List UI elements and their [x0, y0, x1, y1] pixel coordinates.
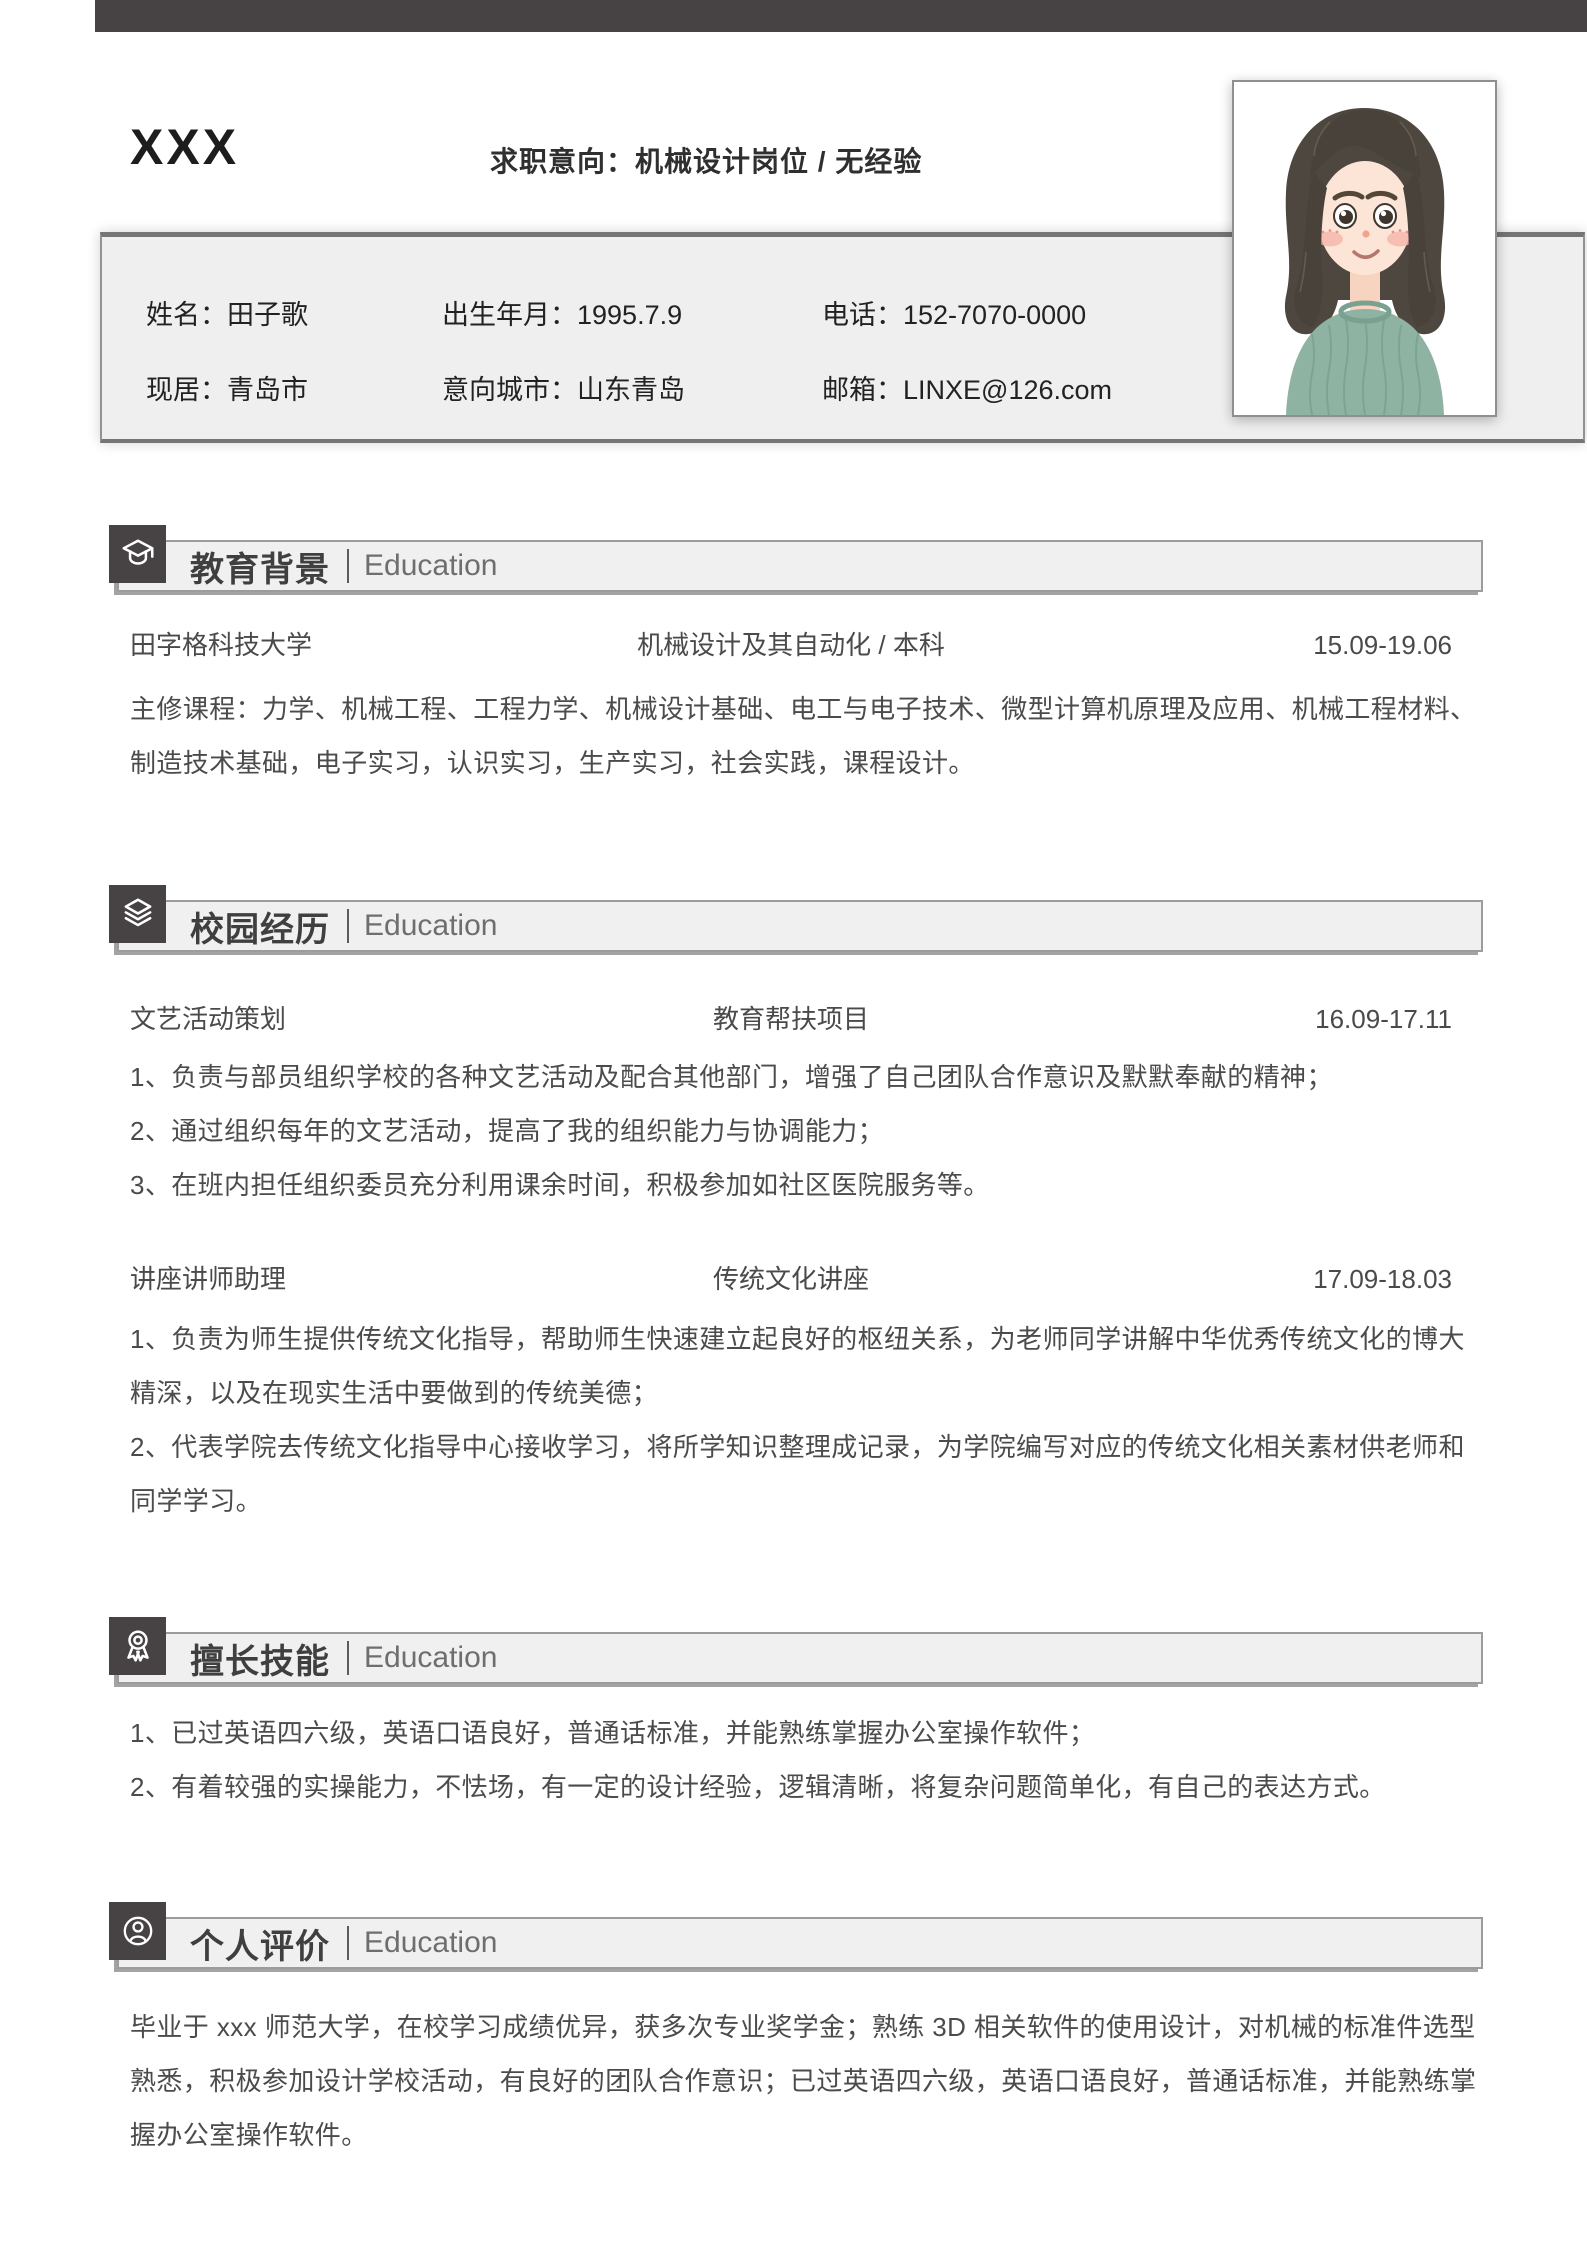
section-bar: 擅长技能 Education: [117, 1632, 1483, 1684]
evaluation-paragraph: 毕业于 xxx 师范大学，在校学习成绩优异，获多次专业奖学金；熟练 3D 相关软…: [130, 2012, 1477, 2150]
info-value: 山东青岛: [577, 375, 685, 405]
school-name: 田字格科技大学: [130, 630, 313, 660]
bullet-line: 3、在班内担任组织委员充分利用课余时间，积极参加如社区医院服务等。: [130, 1170, 990, 1200]
education-period: 15.09-19.06: [1313, 630, 1452, 660]
section-subtitle: Education: [364, 909, 498, 942]
section-title: 教育背景: [190, 550, 330, 589]
section-bar: 校园经历 Education: [117, 900, 1483, 952]
org-name: 教育帮扶项目: [712, 1004, 869, 1034]
section-header-campus: 校园经历 Education: [109, 885, 1483, 961]
campus-entry-bullets: 1、负责为师生提供传统文化指导，帮助师生快速建立起良好的枢纽关系，为老师同学讲解…: [130, 1312, 1477, 1528]
role-name: 文艺活动策划: [130, 1004, 287, 1034]
title-divider: [347, 1641, 349, 1675]
info-label: 姓名：: [146, 300, 227, 330]
info-label: 电话：: [822, 300, 903, 330]
section-bar: 教育背景 Education: [117, 540, 1483, 592]
candidate-name: XXX: [130, 119, 240, 175]
section-subtitle: Education: [364, 1926, 498, 1959]
campus-entry-row: 讲座讲师助理 传统文化讲座 17.09-18.03: [130, 1252, 1452, 1306]
info-value: 青岛市: [227, 375, 308, 405]
job-intent: 求职意向：机械设计岗位 / 无经验: [490, 146, 923, 177]
section-header-evaluation: 个人评价 Education: [109, 1902, 1483, 1978]
entry-period: 16.09-17.11: [1315, 1004, 1452, 1034]
skill-line: 1、已过英语四六级，英语口语良好，普通话标准，并能熟练掌握办公室操作软件；: [130, 1718, 1096, 1748]
bullet-line: 1、负责与部员组织学校的各种文艺活动及配合其他部门，增强了自己团队合作意识及默默…: [130, 1062, 1333, 1092]
info-label: 出生年月：: [442, 300, 577, 330]
info-field-target-city: 意向城市：山东青岛: [442, 368, 822, 407]
info-label: 现居：: [146, 375, 227, 405]
title-divider: [347, 1926, 349, 1960]
info-field-birth: 出生年月：1995.7.9: [442, 293, 822, 332]
info-label: 邮箱：: [822, 375, 903, 405]
org-name: 传统文化讲座: [712, 1264, 869, 1294]
layers-icon: [109, 885, 166, 943]
medal-icon: [109, 1617, 166, 1675]
bullet-line: 2、通过组织每年的文艺活动，提高了我的组织能力与协调能力；: [130, 1116, 885, 1146]
info-value: 152-7070-0000: [903, 300, 1087, 330]
role-name: 讲座讲师助理: [130, 1264, 287, 1294]
info-field-name: 姓名：田子歌: [146, 293, 442, 332]
campus-entry-row: 文艺活动策划 教育帮扶项目 16.09-17.11: [130, 992, 1452, 1046]
bullet-line: 1、负责为师生提供传统文化指导，帮助师生快速建立起良好的枢纽关系，为老师同学讲解…: [130, 1324, 1465, 1408]
section-title: 校园经历: [190, 910, 330, 949]
profile-photo: [1232, 80, 1497, 417]
major-degree: 机械设计及其自动化 / 本科: [637, 630, 945, 660]
section-bar: 个人评价 Education: [117, 1917, 1483, 1969]
portrait-illustration: [1234, 82, 1495, 415]
section-title: 个人评价: [190, 1927, 330, 1966]
section-subtitle: Education: [364, 549, 498, 582]
section-subtitle: Education: [364, 1641, 498, 1674]
graduation-cap-icon: [109, 525, 166, 583]
info-value: 1995.7.9: [577, 300, 683, 330]
bullet-line: 2、代表学院去传统文化指导中心接收学习，将所学知识整理成记录，为学院编写对应的传…: [130, 1432, 1465, 1516]
info-value: 田子歌: [227, 300, 308, 330]
title-divider: [347, 909, 349, 943]
entry-period: 17.09-18.03: [1313, 1264, 1452, 1294]
education-entry-row: 田字格科技大学 机械设计及其自动化 / 本科 15.09-19.06: [130, 618, 1452, 672]
campus-entry-bullets: 1、负责与部员组织学校的各种文艺活动及配合其他部门，增强了自己团队合作意识及默默…: [130, 1050, 1477, 1212]
person-icon: [109, 1902, 166, 1960]
title-divider: [347, 549, 349, 583]
section-header-education: 教育背景 Education: [109, 525, 1483, 601]
courses-paragraph: 主修课程：力学、机械工程、工程力学、机械设计基础、电工与电子技术、微型计算机原理…: [130, 694, 1477, 778]
section-title: 擅长技能: [190, 1642, 330, 1681]
info-field-residence: 现居：青岛市: [146, 368, 442, 407]
info-value: LINXE@126.com: [903, 375, 1112, 405]
section-header-skills: 擅长技能 Education: [109, 1617, 1483, 1693]
resume-page: { "header": { "name": "XXX", "intent": "…: [0, 0, 1587, 2245]
info-label: 意向城市：: [442, 375, 577, 405]
skill-line: 2、有着较强的实操能力，不怯场，有一定的设计经验，逻辑清晰，将复杂问题简单化，有…: [130, 1772, 1386, 1802]
skills-list: 1、已过英语四六级，英语口语良好，普通话标准，并能熟练掌握办公室操作软件； 2、…: [130, 1706, 1477, 1814]
top-accent-bar: [95, 0, 1587, 32]
